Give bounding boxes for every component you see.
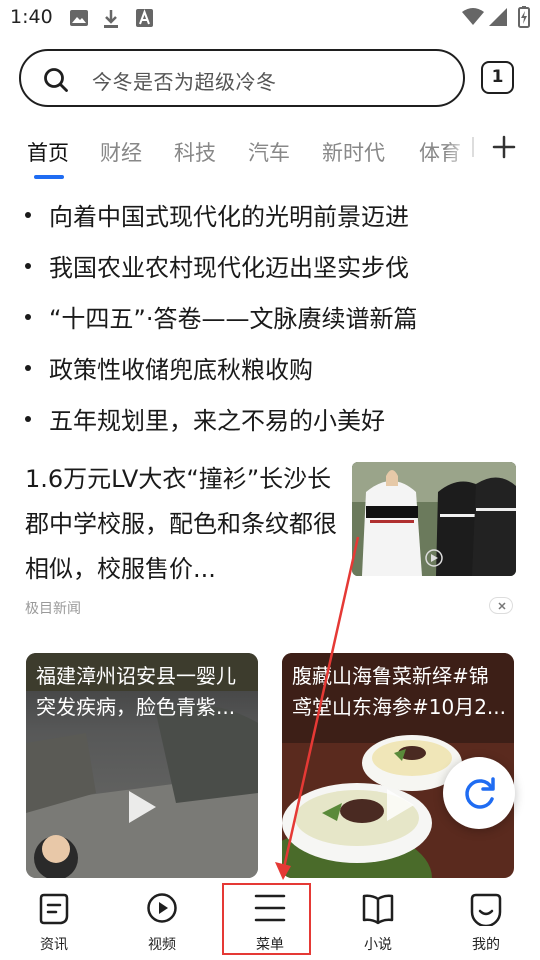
annotation-arrow — [275, 536, 360, 880]
